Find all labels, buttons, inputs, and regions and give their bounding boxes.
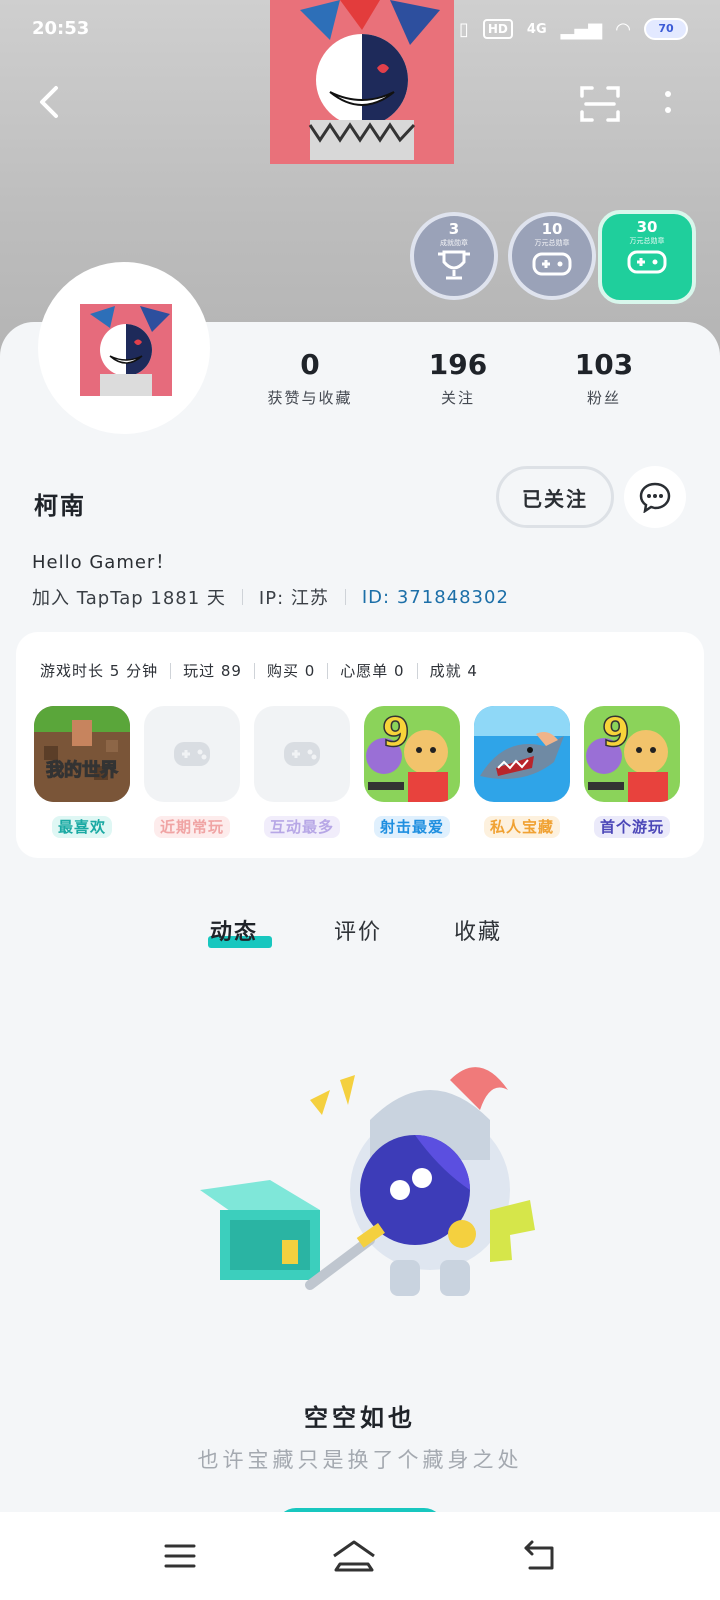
achievements: 成就 4 [429, 662, 478, 680]
stat-label: 粉丝 [586, 389, 621, 407]
gamepad-icon [627, 250, 667, 274]
achievement-badge-trophy[interactable]: 3 成就勋章 [410, 212, 498, 300]
game-icon-empty[interactable] [144, 706, 240, 802]
stat-value: 196 [428, 348, 488, 381]
menu-icon[interactable] [160, 1536, 200, 1576]
vibrate-icon: ▯ [458, 18, 469, 40]
network-icon: 4G [526, 21, 547, 37]
scan-icon[interactable] [578, 82, 622, 126]
stat-likes[interactable]: 0 获赞与收藏 [240, 348, 380, 408]
game-label-text: 私人宝藏 [483, 816, 560, 838]
divider [327, 662, 329, 679]
wifi-icon: ◠ [616, 18, 630, 40]
game-label-text: 首个游玩 [593, 816, 670, 838]
divider [253, 662, 255, 679]
return-icon[interactable] [520, 1536, 560, 1576]
achievement-badge-gamepad-green[interactable]: 30 万元总勋章 [598, 210, 696, 304]
stat-label: 获赞与收藏 [267, 389, 353, 407]
user-id-label: ID: [361, 586, 391, 608]
game-label-text: 互动最多 [263, 816, 340, 838]
profile-meta: 加入 TapTap 1881 天 IP: 江苏 ID: 371848302 [32, 584, 509, 610]
game-label-text: 近期常玩 [153, 816, 230, 838]
gamepad-placeholder-icon [284, 742, 320, 766]
status-icons: ▯ HD 4G ▂▄▆ ◠ 70 [459, 18, 688, 40]
game-icon-empty[interactable] [254, 706, 350, 802]
divider [241, 589, 243, 605]
user-id[interactable]: ID: 371848302 [362, 587, 509, 608]
avatar[interactable] [80, 304, 172, 396]
games-played: 玩过 89 [183, 662, 242, 680]
empty-state-illustration [190, 1060, 550, 1330]
game-icon-shooter[interactable]: 9 [364, 706, 460, 802]
hd-icon: HD [482, 19, 513, 39]
divider [344, 589, 346, 605]
game-icon-minecraft[interactable]: 我的世界 [34, 706, 130, 802]
gamepad-icon [532, 252, 572, 276]
badge-number: 3 [448, 220, 460, 238]
game-icon-shooter-2[interactable]: 9 [584, 706, 680, 802]
tab-favorites[interactable]: 收藏 [454, 914, 502, 946]
game-label: 近期常玩 [142, 816, 242, 838]
game-title-text: 我的世界 [46, 759, 118, 781]
wishlist: 心愿单 0 [340, 662, 405, 680]
back-arrow-icon[interactable] [30, 82, 70, 122]
purchases: 购买 0 [266, 662, 316, 680]
cover-image [270, 0, 454, 164]
signal-icon: ▂▄▆ [560, 18, 603, 40]
user-id-value: 371848302 [396, 586, 509, 608]
achievement-badge-gamepad[interactable]: 10 万元总勋章 [508, 212, 596, 300]
username: 柯南 [34, 492, 86, 520]
game-label: 互动最多 [252, 816, 352, 838]
badge-caption: 万元总勋章 [534, 239, 570, 247]
chat-bubble-icon [639, 482, 671, 513]
game-icon-shark[interactable] [474, 706, 570, 802]
game-label: 私人宝藏 [472, 816, 572, 838]
trophy-icon [438, 250, 470, 280]
status-time: 20:53 [32, 18, 90, 39]
empty-state-subtitle: 也许宝藏只是换了个藏身之处 [197, 1448, 523, 1472]
divider [170, 662, 172, 679]
bio-text: Hello Gamer！ [32, 552, 175, 573]
game-stats-row[interactable]: 游戏时长 5 分钟 玩过 89 购买 0 心愿单 0 成就 4 [40, 660, 478, 681]
game-label-text: 最喜欢 [51, 816, 112, 838]
stat-value: 103 [574, 348, 634, 381]
gamepad-placeholder-icon [174, 742, 210, 766]
stat-following[interactable]: 196 关注 [388, 348, 528, 408]
tab-posts[interactable]: 动态 [210, 914, 258, 946]
play-time: 游戏时长 5 分钟 [40, 662, 159, 680]
more-vertical-icon[interactable] [658, 86, 678, 122]
game-label: 首个游玩 [582, 816, 682, 838]
message-button[interactable] [624, 466, 686, 528]
divider [416, 662, 418, 679]
badge-number: 10 [541, 220, 563, 238]
tab-reviews[interactable]: 评价 [334, 914, 382, 946]
stat-value: 0 [300, 348, 320, 381]
game-label: 最喜欢 [32, 816, 132, 838]
battery-icon: 70 [644, 18, 688, 40]
empty-state-title: 空空如也 [304, 1404, 416, 1432]
following-button[interactable]: 已关注 [496, 466, 614, 528]
badge-caption: 万元总勋章 [629, 237, 665, 245]
ip-location: IP: 江苏 [258, 588, 329, 609]
badge-number: 30 [636, 218, 658, 236]
stat-label: 关注 [440, 389, 475, 407]
join-days: 加入 TapTap 1881 天 [32, 588, 226, 609]
home-icon[interactable] [330, 1536, 378, 1576]
game-label: 射击最爱 [362, 816, 462, 838]
game-label-text: 射击最爱 [373, 816, 450, 838]
badge-caption: 成就勋章 [440, 239, 468, 247]
stat-followers[interactable]: 103 粉丝 [534, 348, 674, 408]
